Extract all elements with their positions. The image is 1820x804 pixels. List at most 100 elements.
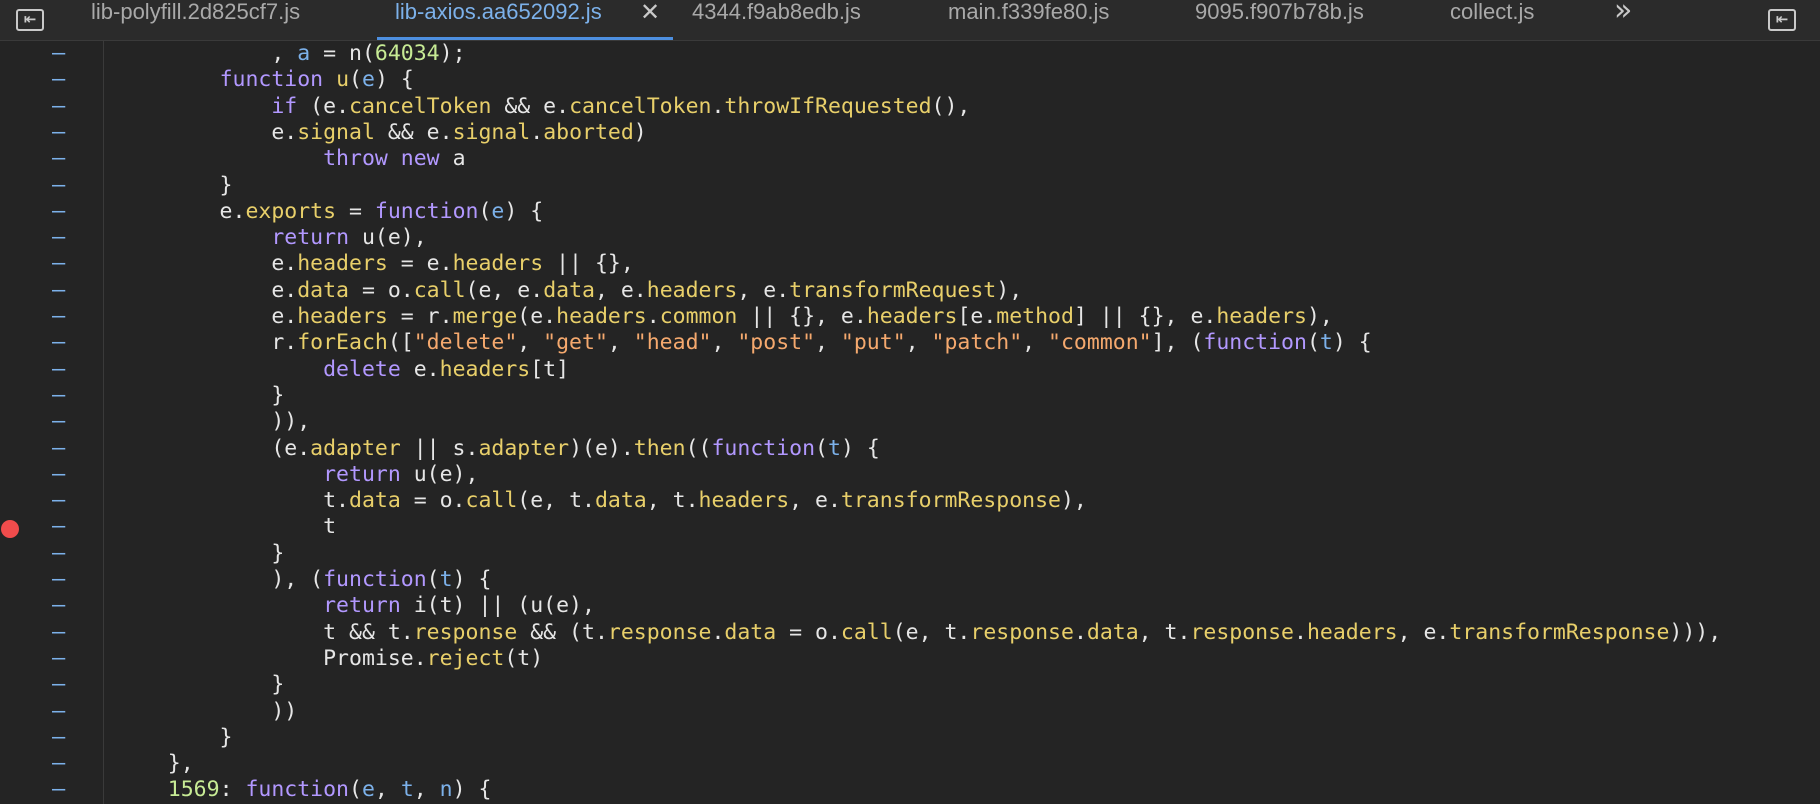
code-line: – function u(e) {	[0, 67, 1820, 93]
code-line: – }	[0, 383, 1820, 409]
toggle-left-panel-button[interactable]: ⇤	[10, 0, 50, 40]
code-line: – throw new a	[0, 146, 1820, 172]
line-marker[interactable]: –	[52, 567, 70, 593]
code-text: Promise.reject(t)	[116, 645, 544, 671]
line-marker[interactable]: –	[52, 67, 70, 93]
line-marker[interactable]: –	[52, 41, 70, 67]
code-text: , a = n(64034);	[116, 41, 466, 66]
line-marker[interactable]: –	[52, 672, 70, 698]
code-text: e.exports = function(e) {	[116, 198, 544, 224]
line-marker[interactable]: –	[52, 777, 70, 803]
code-text: ))	[116, 698, 298, 724]
code-text: e.headers = r.merge(e.headers.common || …	[116, 304, 1333, 329]
code-text: e.headers = e.headers || {},	[116, 251, 634, 277]
code-line: – e.exports = function(e) {	[0, 199, 1820, 225]
code-text: return u(e),	[271, 225, 427, 251]
line-marker[interactable]: –	[52, 357, 70, 383]
code-line: – return i(t) || (u(e),	[0, 593, 1820, 619]
code-text: t.data = o.call(e, t.data, t.headers, e.…	[116, 488, 1087, 514]
code-text: }	[116, 540, 285, 566]
line-marker[interactable]: –	[52, 304, 70, 330]
code-text: e.signal && e.signal.aborted)	[116, 119, 647, 145]
code-line: – Promise.reject(t)	[0, 646, 1820, 672]
code-line: – }	[0, 173, 1820, 199]
code-line: – ))	[0, 699, 1820, 725]
code-text: }	[116, 382, 285, 408]
code-line: – t && t.response && (t.response.data = …	[0, 620, 1820, 646]
code-line: – },	[0, 751, 1820, 777]
code-line: – e.data = o.call(e, e.data, e.headers, …	[0, 278, 1820, 304]
code-text: function u(e) {	[219, 67, 414, 93]
tab-4344[interactable]: 4344.f9ab8edb.js	[692, 0, 861, 40]
tab-lib-polyfill[interactable]: lib-polyfill.2d825cf7.js	[91, 0, 300, 40]
code-editor[interactable]: – , a = n(64034); – function u(e) {– if (…	[0, 41, 1820, 804]
code-line: – ), (function(t) {	[0, 567, 1820, 593]
line-marker[interactable]: –	[52, 120, 70, 146]
tab-label: main.f339fe80.js	[948, 0, 1110, 24]
code-line: – e.headers = e.headers || {},	[0, 251, 1820, 277]
line-marker[interactable]: –	[52, 330, 70, 356]
chevron-double-right-icon[interactable]: »	[1614, 0, 1644, 40]
code-line: – }	[0, 725, 1820, 751]
code-text: ), (function(t) {	[116, 567, 492, 592]
code-line: – e.headers = r.merge(e.headers.common |…	[0, 304, 1820, 330]
line-marker[interactable]: –	[52, 488, 70, 514]
line-marker[interactable]: –	[52, 646, 70, 672]
code-text: }	[116, 172, 233, 198]
line-marker[interactable]: –	[52, 199, 70, 225]
line-marker[interactable]: –	[52, 251, 70, 277]
line-marker[interactable]: –	[52, 620, 70, 646]
code-line: – r.forEach(["delete", "get", "head", "p…	[0, 330, 1820, 356]
panel-toggle-left-icon: ⇤	[16, 9, 44, 31]
line-marker[interactable]: –	[52, 514, 70, 540]
line-marker[interactable]: –	[52, 146, 70, 172]
line-marker[interactable]: –	[52, 173, 70, 199]
code-line: – return u(e),	[0, 462, 1820, 488]
tab-label: lib-axios.aa652092.js	[395, 0, 602, 24]
tab-label: 9095.f907b78b.js	[1195, 0, 1364, 24]
tab-label: 4344.f9ab8edb.js	[692, 0, 861, 24]
line-marker[interactable]: –	[52, 436, 70, 462]
code-line: – }	[0, 672, 1820, 698]
line-marker[interactable]: –	[52, 699, 70, 725]
close-icon[interactable]: ✕	[640, 0, 660, 24]
code-text: return u(e),	[323, 461, 479, 487]
tab-bar: ⇤ lib-polyfill.2d825cf7.js lib-axios.aa6…	[0, 0, 1820, 41]
line-marker[interactable]: –	[52, 278, 70, 304]
line-marker[interactable]: –	[52, 94, 70, 120]
tab-collect[interactable]: collect.js	[1450, 0, 1534, 40]
breakpoint-marker[interactable]	[1, 520, 19, 539]
code-line: – delete e.headers[t]	[0, 357, 1820, 383]
code-text: )),	[116, 409, 311, 435]
code-line: – 1569: function(e, t, n) {	[0, 777, 1820, 803]
line-marker[interactable]: –	[52, 751, 70, 777]
code-text: t	[116, 514, 337, 540]
code-text: if (e.cancelToken && e.cancelToken.throw…	[271, 93, 971, 119]
code-line: – t	[0, 514, 1820, 540]
code-line: – e.signal && e.signal.aborted)	[0, 120, 1820, 146]
line-marker[interactable]: –	[52, 462, 70, 488]
code-text: },	[116, 751, 194, 777]
tab-main[interactable]: main.f339fe80.js	[948, 0, 1109, 40]
code-text: t && t.response && (t.response.data = o.…	[116, 619, 1722, 645]
line-marker[interactable]: –	[52, 725, 70, 751]
line-marker[interactable]: –	[52, 225, 70, 251]
line-marker[interactable]: –	[52, 541, 70, 567]
code-text: }	[116, 724, 233, 750]
line-marker[interactable]: –	[52, 593, 70, 619]
toggle-right-panel-button[interactable]: ⇤	[1762, 0, 1802, 40]
code-line: – t.data = o.call(e, t.data, t.headers, …	[0, 488, 1820, 514]
tab-label: collect.js	[1450, 0, 1535, 24]
code-text: }	[116, 672, 285, 698]
code-line: – (e.adapter || s.adapter)(e).then((func…	[0, 436, 1820, 462]
tab-9095[interactable]: 9095.f907b78b.js	[1195, 0, 1364, 40]
tab-lib-axios[interactable]: lib-axios.aa652092.js ✕	[377, 0, 673, 40]
code-text: r.forEach(["delete", "get", "head", "pos…	[116, 330, 1372, 356]
code-text: throw new a	[323, 146, 466, 172]
code-text: return i(t) || (u(e),	[323, 593, 595, 619]
code-text: delete e.headers[t]	[323, 356, 570, 382]
code-line: – , a = n(64034);	[0, 41, 1820, 67]
line-marker[interactable]: –	[52, 409, 70, 435]
line-marker[interactable]: –	[52, 383, 70, 409]
code-line: – )),	[0, 409, 1820, 435]
